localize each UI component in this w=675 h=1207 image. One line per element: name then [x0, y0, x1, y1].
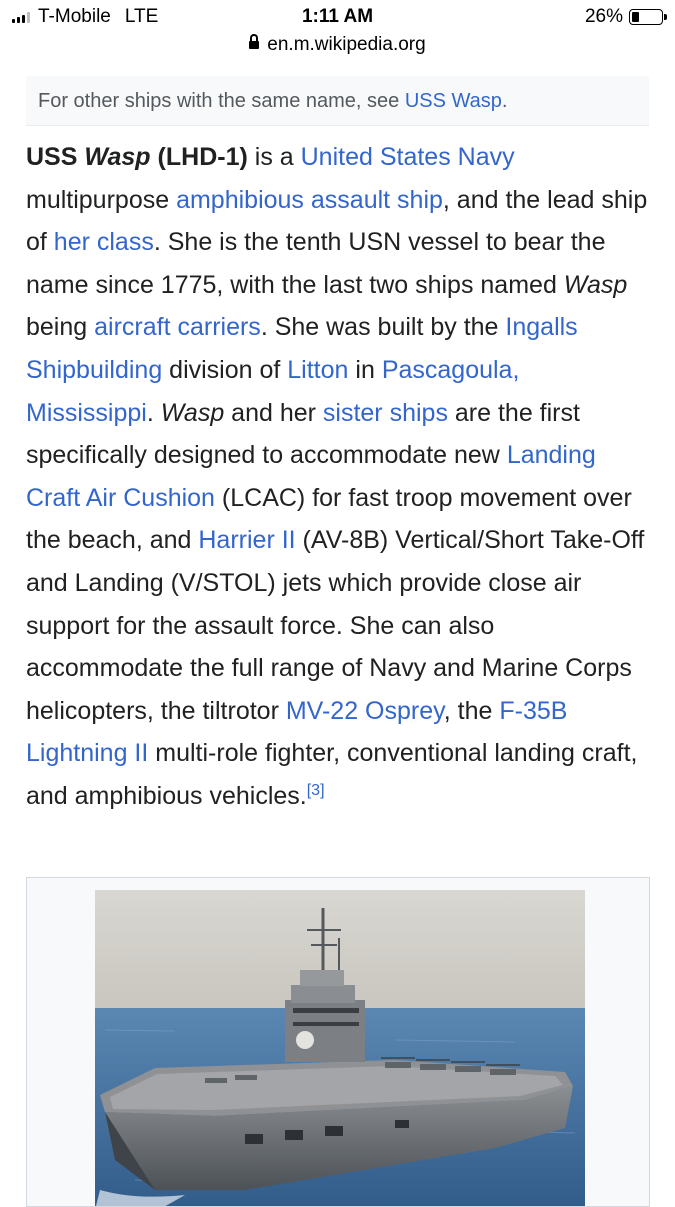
reference-link-3[interactable]: [3]: [307, 782, 325, 799]
body-text: multipurpose: [26, 185, 177, 214]
address-bar[interactable]: en.m.wikipedia.org: [0, 34, 675, 62]
hatnote-link-uss-wasp[interactable]: USS Wasp: [405, 90, 502, 112]
article-paragraph: USS Wasp (LHD-1) is a United States Navy…: [26, 136, 649, 818]
body-text: is a: [247, 143, 301, 171]
status-bar: T-Mobile LTE 1:11 AM 26%: [0, 0, 675, 34]
article-subject: USS Wasp (LHD-1): [26, 143, 248, 171]
link-united-states-navy[interactable]: United States Navy: [301, 143, 515, 171]
body-text: being: [26, 313, 95, 342]
body-text: , the: [443, 696, 500, 725]
body-text: .: [146, 398, 161, 427]
battery-group: 26%: [584, 6, 667, 28]
body-text: and her: [224, 398, 323, 427]
ship-name-italic: Wasp: [563, 270, 628, 299]
bold-text: USS: [26, 143, 85, 171]
link-mv-22-osprey[interactable]: MV-22 Osprey: [286, 697, 444, 725]
battery-icon: [629, 9, 667, 25]
hatnote: For other ships with the same name, see …: [26, 76, 649, 126]
body-text: . She was built by the: [260, 313, 506, 342]
hatnote-suffix: .: [501, 90, 508, 112]
link-litton[interactable]: Litton: [287, 356, 348, 384]
link-her-class[interactable]: her class: [54, 228, 154, 256]
lock-icon: [249, 34, 260, 49]
link-amphibious-assault-ship[interactable]: amphibious assault ship: [176, 186, 443, 214]
hatnote-text: For other ships with the same name, see: [38, 90, 405, 112]
link-aircraft-carriers[interactable]: aircraft carriers: [94, 313, 261, 341]
infobox-image-frame: [26, 877, 650, 1207]
ship-name-italic: Wasp: [84, 143, 151, 171]
battery-percent: 26%: [584, 6, 623, 27]
body-text: division of: [162, 355, 288, 384]
body-text: (AV-8B) Vertical/Short Take-Off and Land…: [26, 526, 645, 725]
body-text: in: [348, 355, 382, 384]
ship-name-italic: Wasp: [160, 398, 225, 427]
url-text: en.m.wikipedia.org: [267, 34, 426, 55]
link-sister-ships[interactable]: sister ships: [323, 399, 448, 427]
reference-marker: [3]: [307, 782, 325, 799]
ship-photo-svg: [95, 890, 585, 1206]
clock: 1:11 AM: [301, 6, 374, 27]
ship-photo[interactable]: [95, 890, 585, 1206]
link-harrier-ii[interactable]: Harrier II: [198, 526, 295, 554]
bold-text: (LHD-1): [150, 143, 248, 171]
